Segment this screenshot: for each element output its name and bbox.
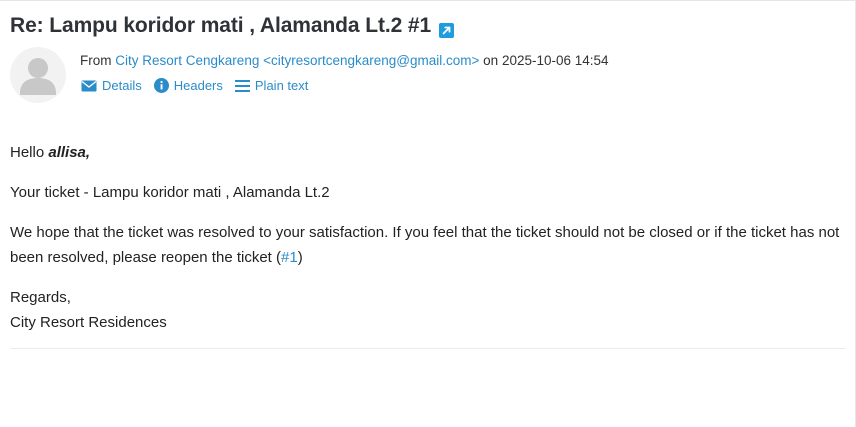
external-link-icon[interactable] [439, 20, 455, 38]
message-paragraph: We hope that the ticket was resolved to … [10, 220, 850, 270]
message-close: ) [297, 249, 303, 266]
sender-email: <cityresortcengkareng@gmail.com> [263, 53, 480, 68]
headers-label: Headers [173, 78, 223, 93]
subject-text: Re: Lampu koridor mati , Alamanda Lt.2 #… [10, 14, 432, 37]
body-divider [10, 348, 846, 349]
ticket-line: Your ticket - Lampu koridor mati , Alama… [10, 184, 330, 201]
regards: Regards, [10, 289, 71, 306]
signature-block: Regards, City Resort Residences [10, 285, 850, 335]
message-text: We hope that the ticket was resolved to … [10, 224, 840, 266]
signature: City Resort Residences [10, 314, 167, 331]
headers-link[interactable]: Headers [153, 78, 223, 93]
sender-line: From City Resort Cengkareng <cityresortc… [80, 53, 609, 68]
recipient-name: allisa, [48, 144, 91, 161]
plain-text-label: Plain text [254, 78, 309, 93]
top-divider [0, 0, 856, 1]
ticket-link[interactable]: #1 [281, 249, 298, 266]
plain-text-link[interactable]: Plain text [234, 78, 309, 93]
email-view: Re: Lampu koridor mati , Alamanda Lt.2 #… [0, 0, 856, 427]
email-body: Hello allisa, Your ticket - Lampu korido… [10, 140, 850, 350]
user-placeholder-icon [20, 58, 56, 95]
from-label: From [80, 53, 112, 68]
sender-avatar [10, 47, 66, 103]
envelope-icon [81, 80, 97, 91]
details-label: Details [102, 78, 142, 93]
on-label: on [483, 53, 499, 68]
list-icon [234, 79, 250, 92]
email-date: 2025-10-06 14:54 [501, 53, 609, 68]
sender-name: City Resort Cengkareng [115, 53, 260, 68]
details-link[interactable]: Details [81, 78, 142, 93]
greeting-line: Hello allisa, [10, 140, 850, 165]
greeting: Hello [10, 144, 45, 161]
header-links: Details Headers Plain text [81, 78, 320, 93]
email-subject: Re: Lampu koridor mati , Alamanda Lt.2 #… [10, 14, 455, 38]
sender-link[interactable]: City Resort Cengkareng <cityresortcengka… [115, 53, 479, 68]
info-icon [153, 78, 169, 93]
